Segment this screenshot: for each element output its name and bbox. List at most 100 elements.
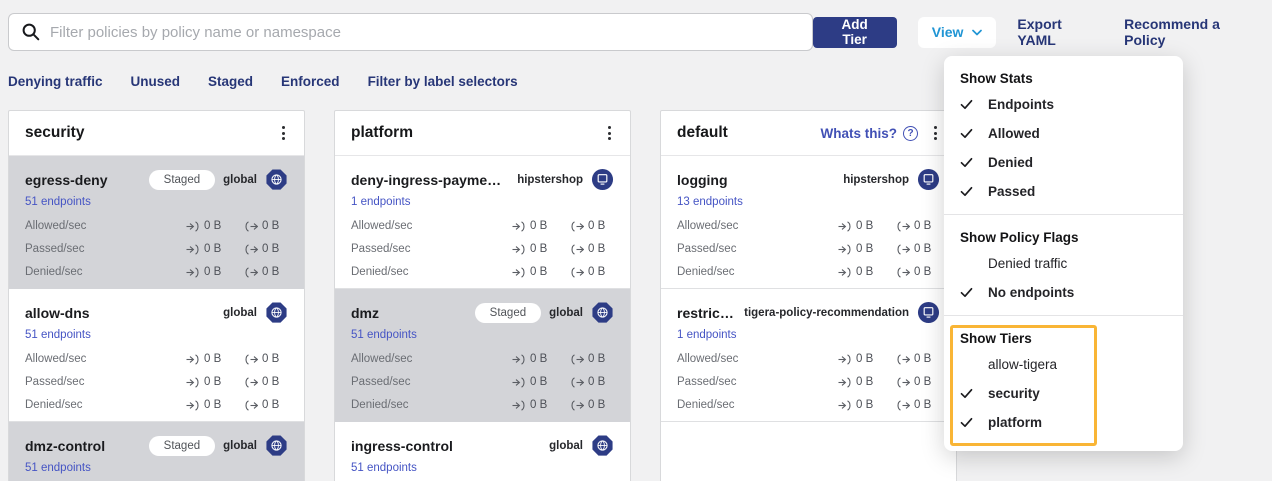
tier-menu-button[interactable] <box>605 122 614 144</box>
tier-title: default <box>677 124 728 142</box>
endpoints-link[interactable]: 13 endpoints <box>677 196 743 208</box>
stat-out-value: 0 B <box>588 243 605 255</box>
policy-card-egress-deny[interactable]: egress-deny Staged global 51 endpoints A… <box>9 156 304 289</box>
ingress-icon <box>512 377 526 388</box>
egress-icon <box>244 377 258 388</box>
filter-enforced[interactable]: Enforced <box>281 74 340 89</box>
check-icon <box>960 99 979 110</box>
policy-card-allow-dns[interactable]: allow-dns global 51 endpoints Allowed/se… <box>9 289 304 422</box>
stat-label: Passed/sec <box>351 376 410 388</box>
endpoints-link[interactable]: 51 endpoints <box>351 462 417 474</box>
menu-item-allowed[interactable]: Allowed <box>960 119 1167 148</box>
egress-icon <box>570 221 584 232</box>
ingress-icon <box>838 221 852 232</box>
ingress-icon <box>186 400 200 411</box>
policy-card-logging[interactable]: logging hipstershop 13 endpoints Allowed… <box>661 156 956 289</box>
egress-icon <box>896 221 910 232</box>
menu-item-passed[interactable]: Passed <box>960 177 1167 206</box>
tier-title: platform <box>351 124 413 142</box>
menu-item-no-endpoints[interactable]: No endpoints <box>960 278 1167 307</box>
menu-item-denied[interactable]: Denied <box>960 148 1167 177</box>
menu-section-title: Show Policy Flags <box>960 227 1167 249</box>
policy-card-restricted[interactable]: restricted tigera-policy-recommendation … <box>661 289 956 422</box>
menu-item-allow-tigera[interactable]: allow-tigera <box>960 350 1167 379</box>
egress-icon <box>896 244 910 255</box>
policy-card-dmz[interactable]: dmz Staged global 51 endpoints Allowed/s… <box>335 289 630 422</box>
stat-label: Denied/sec <box>677 399 735 411</box>
endpoints-link[interactable]: 51 endpoints <box>25 196 91 208</box>
view-button[interactable]: View <box>918 17 997 48</box>
menu-item-security[interactable]: security <box>960 379 1167 408</box>
menu-item-platform[interactable]: platform <box>960 408 1167 437</box>
policy-title: allow-dns <box>25 305 215 321</box>
namespace-icon <box>917 301 940 324</box>
stat-out-value: 0 B <box>262 220 279 232</box>
endpoints-link[interactable]: 51 endpoints <box>25 329 91 341</box>
menu-item-label: Endpoints <box>988 97 1054 112</box>
stat-label: Allowed/sec <box>351 220 412 232</box>
stat-in-value: 0 B <box>856 266 873 278</box>
stat-out-value: 0 B <box>262 243 279 255</box>
egress-icon <box>570 377 584 388</box>
policy-card-dmz-control[interactable]: dmz-control Staged global 51 endpoints <box>9 422 304 481</box>
stat-out-value: 0 B <box>914 376 931 388</box>
filter-unused[interactable]: Unused <box>131 74 181 89</box>
stat-in-value: 0 B <box>204 399 221 411</box>
egress-icon <box>896 267 910 278</box>
endpoints-link[interactable]: 1 endpoints <box>677 329 736 341</box>
endpoints-link[interactable]: 51 endpoints <box>351 329 417 341</box>
stat-in-value: 0 B <box>204 266 221 278</box>
add-tier-button[interactable]: Add Tier <box>813 17 897 48</box>
stat-in-value: 0 B <box>530 266 547 278</box>
export-yaml-link[interactable]: Export YAML <box>1017 16 1103 48</box>
egress-icon <box>570 400 584 411</box>
scope-label: global <box>223 307 257 319</box>
egress-icon <box>244 400 258 411</box>
stat-label: Denied/sec <box>351 266 409 278</box>
filter-label-selectors[interactable]: Filter by label selectors <box>368 74 518 89</box>
ingress-icon <box>186 244 200 255</box>
stat-row: Denied/sec 0 B 0 B <box>25 265 288 279</box>
global-icon <box>591 301 614 324</box>
stat-row: Denied/sec 0 B 0 B <box>677 265 940 279</box>
endpoints-link[interactable]: 1 endpoints <box>351 196 410 208</box>
stat-label: Denied/sec <box>25 266 83 278</box>
ingress-icon <box>512 354 526 365</box>
policy-card-deny-ingress[interactable]: deny-ingress-paymentservi… hipstershop 1… <box>335 156 630 289</box>
policy-title: logging <box>677 172 835 188</box>
endpoints-link[interactable]: 51 endpoints <box>25 462 91 474</box>
policy-card-ingress-control[interactable]: ingress-control global 51 endpoints <box>335 422 630 481</box>
policy-title: dmz <box>351 305 467 321</box>
stat-out-value: 0 B <box>262 399 279 411</box>
stat-row: Denied/sec 0 B 0 B <box>25 398 288 412</box>
scope-label: hipstershop <box>843 174 909 186</box>
stat-label: Passed/sec <box>25 243 84 255</box>
stat-out-value: 0 B <box>262 376 279 388</box>
menu-section-show-policy-flags: Show Policy Flags Denied traffic No endp… <box>944 214 1183 315</box>
egress-icon <box>896 377 910 388</box>
menu-item-endpoints[interactable]: Endpoints <box>960 90 1167 119</box>
whats-this-link[interactable]: Whats this? ? <box>821 126 919 141</box>
stat-in-value: 0 B <box>530 376 547 388</box>
egress-icon <box>896 354 910 365</box>
menu-item-label: Allowed <box>988 126 1040 141</box>
filter-denying-traffic[interactable]: Denying traffic <box>8 74 103 89</box>
tier-menu-button[interactable] <box>931 122 940 144</box>
menu-item-denied-traffic[interactable]: Denied traffic <box>960 249 1167 278</box>
check-icon <box>960 186 979 197</box>
stat-row: Allowed/sec 0 B 0 B <box>677 352 940 366</box>
policy-title: ingress-control <box>351 438 541 454</box>
check-icon <box>960 157 979 168</box>
scope-label: global <box>223 174 257 186</box>
stat-row: Denied/sec 0 B 0 B <box>677 398 940 412</box>
filter-staged[interactable]: Staged <box>208 74 253 89</box>
stat-in-value: 0 B <box>856 353 873 365</box>
stat-out-value: 0 B <box>588 353 605 365</box>
stat-label: Denied/sec <box>351 399 409 411</box>
policy-title: dmz-control <box>25 438 141 454</box>
recommend-policy-link[interactable]: Recommend a Policy <box>1124 16 1264 48</box>
tier-title: security <box>25 124 84 142</box>
tier-menu-button[interactable] <box>279 122 288 144</box>
search-input[interactable] <box>50 24 800 41</box>
stat-in-value: 0 B <box>856 220 873 232</box>
